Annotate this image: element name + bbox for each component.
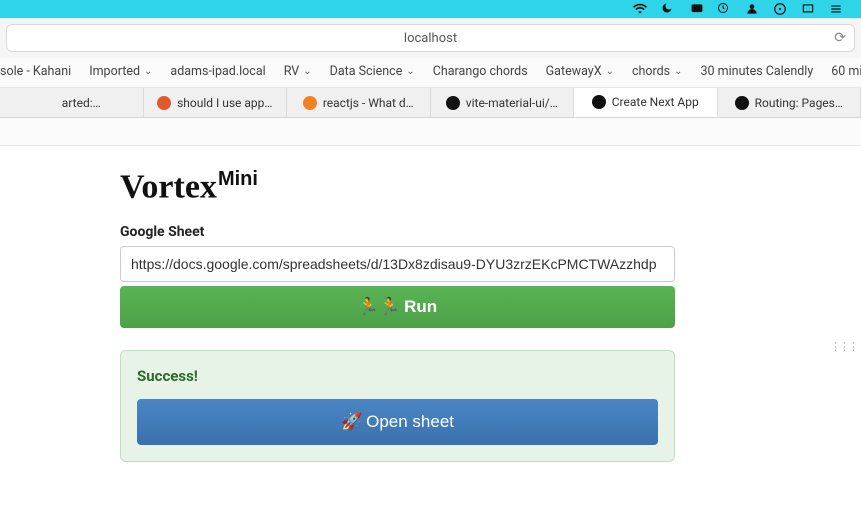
bookmark-label: RV bbox=[284, 64, 300, 79]
grid-icon bbox=[773, 2, 787, 16]
page-content: VortexMini Google Sheet 🏃🏃 Run Success! … bbox=[0, 146, 680, 462]
bookmark-item[interactable]: Charango chords bbox=[433, 64, 528, 79]
bookmark-label: Data Science bbox=[330, 64, 403, 79]
tab-label: reactjs - What d… bbox=[323, 96, 414, 110]
reload-icon[interactable]: ⟳ bbox=[834, 30, 846, 46]
favicon bbox=[303, 96, 317, 110]
run-emoji: 🏃🏃 bbox=[358, 297, 400, 317]
box-icon bbox=[801, 2, 815, 16]
bookmark-label: Imported bbox=[89, 64, 140, 79]
browser-toolbar: localhost ⟳ bbox=[0, 18, 861, 58]
url-bar[interactable]: localhost ⟳ bbox=[6, 24, 855, 52]
tab-bar: arted:… should I use app… reactjs - What d… bbox=[0, 88, 861, 118]
tab-label: vite-material-ui/… bbox=[466, 96, 558, 110]
bookmark-item[interactable]: adams-ipad.local bbox=[170, 64, 265, 79]
bookmark-label: sole - Kahani bbox=[0, 64, 71, 79]
os-menubar bbox=[0, 0, 861, 18]
bookmark-item[interactable]: sole - Kahani bbox=[0, 64, 71, 79]
page-toolbar bbox=[0, 118, 861, 146]
app-logo: VortexMini bbox=[120, 168, 680, 206]
chevron-down-icon: ⌄ bbox=[606, 66, 614, 77]
chevron-down-icon: ⌄ bbox=[674, 66, 682, 77]
open-sheet-button[interactable]: 🚀 Open sheet bbox=[137, 399, 658, 445]
favicon bbox=[446, 96, 460, 110]
favicon bbox=[157, 96, 171, 110]
success-title: Success! bbox=[137, 367, 658, 385]
bookmark-item[interactable]: RV⌄ bbox=[284, 64, 312, 79]
logo-suffix: Mini bbox=[218, 168, 258, 190]
url-text: localhost bbox=[404, 31, 457, 46]
bluetooth-icon bbox=[689, 2, 703, 16]
tab-label: Routing: Pages… bbox=[755, 96, 843, 110]
chevron-down-icon: ⌄ bbox=[406, 66, 414, 77]
run-button[interactable]: 🏃🏃 Run bbox=[120, 286, 675, 328]
bookmark-label: 30 minutes Calendly bbox=[701, 64, 814, 79]
tab-label: arted:… bbox=[62, 96, 101, 110]
resize-handle-icon: ⋮⋮⋮ bbox=[830, 340, 857, 353]
user-icon bbox=[745, 2, 759, 16]
browser-tab[interactable]: reactjs - What d… bbox=[287, 88, 431, 117]
bookmark-item[interactable]: GatewayX ⌄ bbox=[546, 64, 614, 79]
bookmark-item[interactable]: 60 minutes Cale bbox=[831, 64, 861, 79]
favicon bbox=[42, 96, 56, 110]
google-sheet-input[interactable] bbox=[120, 246, 675, 282]
browser-tab[interactable]: arted:… bbox=[0, 88, 144, 117]
moon-icon bbox=[661, 2, 675, 16]
bookmark-item[interactable]: chords ⌄ bbox=[632, 64, 683, 79]
bookmark-label: 60 minutes Cale bbox=[831, 64, 861, 79]
bookmark-label: Charango chords bbox=[433, 64, 528, 79]
open-emoji: 🚀 bbox=[341, 412, 362, 432]
bookmark-item[interactable]: Imported ⌄ bbox=[89, 64, 152, 79]
bookmark-item[interactable]: Data Science⌄ bbox=[330, 64, 415, 79]
run-label: Run bbox=[404, 297, 437, 317]
tab-label: Create Next App bbox=[612, 95, 699, 109]
bookmark-item[interactable]: 30 minutes Calendly bbox=[701, 64, 814, 79]
bookmarks-bar: sole - Kahani Imported ⌄ adams-ipad.local RV… bbox=[0, 58, 861, 88]
menu-icon bbox=[829, 2, 843, 16]
success-panel: Success! 🚀 Open sheet bbox=[120, 350, 675, 462]
browser-tab[interactable]: Routing: Pages… bbox=[718, 88, 861, 117]
logo-main: Vortex bbox=[120, 168, 217, 205]
favicon bbox=[735, 96, 749, 110]
clock-icon bbox=[717, 2, 731, 16]
browser-tab[interactable]: Create Next App bbox=[574, 88, 718, 117]
tab-label: should I use app… bbox=[177, 96, 272, 110]
chevron-down-icon: ⌄ bbox=[303, 66, 311, 77]
open-label: Open sheet bbox=[366, 412, 454, 432]
sheet-field-label: Google Sheet bbox=[120, 224, 680, 240]
favicon bbox=[592, 95, 606, 109]
browser-tab[interactable]: should I use app… bbox=[144, 88, 288, 117]
browser-tab[interactable]: vite-material-ui/… bbox=[431, 88, 575, 117]
bookmark-label: adams-ipad.local bbox=[170, 64, 265, 79]
chevron-down-icon: ⌄ bbox=[144, 66, 152, 77]
bookmark-label: chords bbox=[632, 64, 670, 79]
wifi-icon bbox=[633, 2, 647, 16]
bookmark-label: GatewayX bbox=[546, 64, 602, 79]
